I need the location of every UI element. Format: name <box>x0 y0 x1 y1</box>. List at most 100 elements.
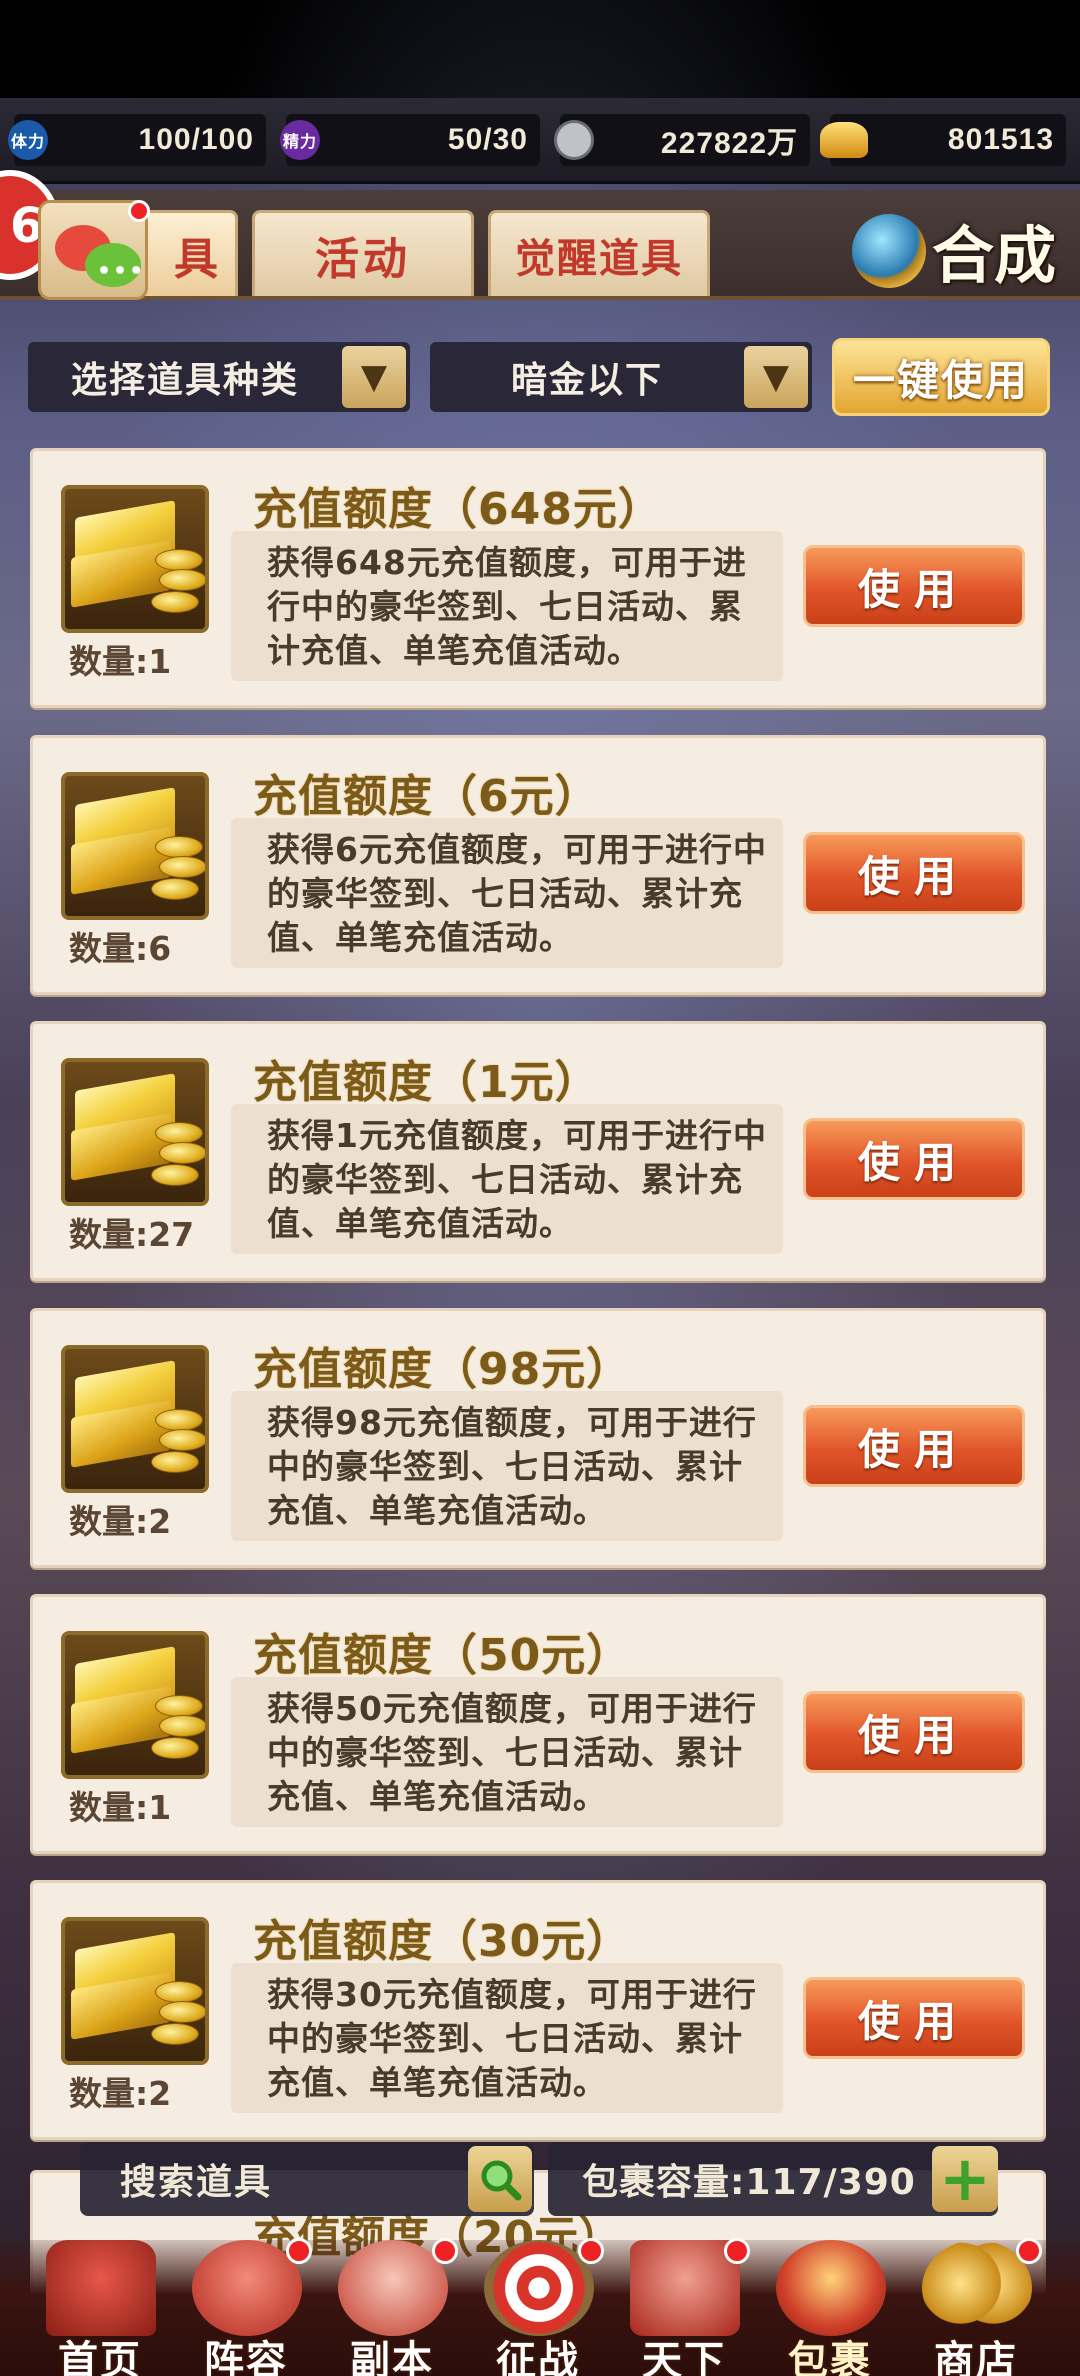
coin-shape <box>159 1429 205 1451</box>
item-description: 获得30元充值额度，可用于进行中的豪华签到、七日活动、累计充值、单笔充值活动。 <box>231 1963 783 2113</box>
nav-world-label: 天下 <box>642 2338 726 2376</box>
stamina-icon: 体力 <box>8 120 48 160</box>
coin-shape <box>151 1451 199 1473</box>
gold-ingot-icon <box>820 122 868 158</box>
chat-dots-icon: ••• <box>97 259 146 284</box>
gold-bars-icon[interactable] <box>61 1917 209 2065</box>
use-button[interactable]: 使用 <box>803 1977 1025 2059</box>
copper-value: 227822万 <box>660 127 798 160</box>
coin-shape <box>159 1715 205 1737</box>
gold-bars-icon[interactable] <box>61 485 209 633</box>
use-button-label: 使用 <box>857 1996 970 2046</box>
search-button[interactable] <box>468 2146 532 2212</box>
chevron-down-icon: ▼ <box>342 346 406 408</box>
item-title: 充值额度（50元） <box>253 1630 632 1681</box>
item-card: 数量:1 充值额度（648元） 获得648元充值额度，可用于进行中的豪华签到、七… <box>30 448 1046 708</box>
nav-bag[interactable]: 包裹 <box>760 2236 900 2376</box>
one-key-use-button[interactable]: 一键使用 <box>832 338 1050 416</box>
coin-shape <box>159 856 205 878</box>
notification-dot <box>286 2238 312 2264</box>
notification-dot <box>1016 2238 1042 2264</box>
gold-bars-icon[interactable] <box>61 1631 209 1779</box>
plus-icon: + <box>939 2142 991 2215</box>
coin-shape <box>159 2001 205 2023</box>
item-title: 充值额度（6元） <box>253 771 600 822</box>
energy-resource: 精力 50/30 <box>280 114 540 166</box>
use-button[interactable]: 使用 <box>803 545 1025 627</box>
search-input[interactable]: 搜索道具 <box>80 2142 534 2216</box>
coin-shape <box>159 569 205 591</box>
use-button[interactable]: 使用 <box>803 1118 1025 1200</box>
gold-bars-icon[interactable] <box>61 772 209 920</box>
stamina-value: 100/100 <box>138 123 254 156</box>
coin-shape <box>151 878 199 900</box>
chevron-down-icon: ▼ <box>744 346 808 408</box>
item-card: 数量:27 充值额度（1元） 获得1元充值额度，可用于进行中的豪华签到、七日活动… <box>30 1021 1046 1281</box>
nav-lineup[interactable]: 阵容 <box>176 2236 316 2376</box>
use-button[interactable]: 使用 <box>803 1691 1025 1773</box>
gold-bars-icon[interactable] <box>61 1058 209 1206</box>
coin-shape <box>155 1695 203 1717</box>
tab-activity-label: 活动 <box>315 233 411 285</box>
grade-select[interactable]: 暗金以下 ▼ <box>430 342 812 412</box>
coin-shape <box>151 1737 199 1759</box>
one-key-use-label: 一键使用 <box>852 355 1029 405</box>
coin-shape <box>155 1122 203 1144</box>
nav-dungeon-label: 副本 <box>350 2338 434 2376</box>
synthesize-label: 合成 <box>931 219 1056 292</box>
coin-shape <box>151 2023 199 2045</box>
search-icon <box>481 2160 522 2201</box>
tab-awaken-label: 觉醒道具 <box>515 235 683 282</box>
nav-shop[interactable]: 商店 <box>906 2236 1046 2376</box>
nav-bag-label: 包裹 <box>788 2338 872 2376</box>
tab-awaken-items[interactable]: 觉醒道具 <box>488 210 710 296</box>
notification-dot <box>432 2238 458 2264</box>
nav-dungeon[interactable]: 副本 <box>322 2236 462 2376</box>
notification-dot <box>578 2238 604 2264</box>
nav-world[interactable]: 天下 <box>614 2236 754 2376</box>
chat-notification-dot <box>128 200 150 222</box>
item-quantity: 数量:1 <box>69 1788 172 1827</box>
use-button[interactable]: 使用 <box>803 1405 1025 1487</box>
use-button-label: 使用 <box>857 851 970 901</box>
use-button[interactable]: 使用 <box>803 832 1025 914</box>
item-description: 获得648元充值额度，可用于进行中的豪华签到、七日活动、累计充值、单笔充值活动。 <box>231 531 783 681</box>
gold-bars-icon[interactable] <box>61 1345 209 1493</box>
coin-shape <box>151 1164 199 1186</box>
coin-shape <box>155 1409 203 1431</box>
synthesize-button[interactable]: 合成 <box>852 200 1056 300</box>
bag-tab-row: 具 活动 觉醒道具 合成 <box>0 190 1080 300</box>
copper-resource: 227822万 <box>554 114 810 166</box>
use-button-label: 使用 <box>857 1710 970 1760</box>
bag-capacity-text: 包裹容量:117/390 <box>582 2162 916 2203</box>
item-card: 数量:1 充值额度（50元） 获得50元充值额度，可用于进行中的豪华签到、七日活… <box>30 1594 1046 1854</box>
item-quantity: 数量:2 <box>69 1502 172 1541</box>
item-description: 获得1元充值额度，可用于进行中的豪华签到、七日活动、累计充值、单笔充值活动。 <box>231 1104 783 1254</box>
item-quantity: 数量:2 <box>69 2074 172 2113</box>
tab-activity[interactable]: 活动 <box>252 210 474 296</box>
bag-capacity: 包裹容量:117/390 <box>548 2142 998 2216</box>
bag-icon <box>776 2240 886 2336</box>
nav-campaign[interactable]: 征战 <box>468 2236 608 2376</box>
item-description: 获得98元充值额度，可用于进行中的豪华签到、七日活动、累计充值、单笔充值活动。 <box>231 1391 783 1541</box>
coin-shape <box>155 836 203 858</box>
nav-shop-label: 商店 <box>934 2338 1018 2376</box>
item-description: 获得6元充值额度，可用于进行中的豪华签到、七日活动、累计充值、单笔充值活动。 <box>231 818 783 968</box>
tab-items-label: 具 <box>174 233 222 285</box>
notification-dot <box>724 2238 750 2264</box>
copper-coin-icon <box>554 120 594 160</box>
use-button-label: 使用 <box>857 564 970 614</box>
item-quantity: 数量:1 <box>69 642 172 681</box>
expand-capacity-button[interactable]: + <box>932 2146 998 2212</box>
grade-label: 暗金以下 <box>510 360 663 401</box>
palace-icon <box>46 2240 156 2336</box>
nav-home[interactable]: 首页 <box>30 2236 170 2376</box>
coin-shape <box>159 1142 205 1164</box>
gold-resource: 801513 <box>820 114 1066 166</box>
item-title: 充值额度（648元） <box>253 484 663 535</box>
energy-value: 50/30 <box>447 123 528 156</box>
nav-lineup-label: 阵容 <box>204 2338 288 2376</box>
item-type-select[interactable]: 选择道具种类 ▼ <box>28 342 410 412</box>
item-card: 数量:2 充值额度（98元） 获得98元充值额度，可用于进行中的豪华签到、七日活… <box>30 1308 1046 1568</box>
item-card: 数量:6 充值额度（6元） 获得6元充值额度，可用于进行中的豪华签到、七日活动、… <box>30 735 1046 995</box>
